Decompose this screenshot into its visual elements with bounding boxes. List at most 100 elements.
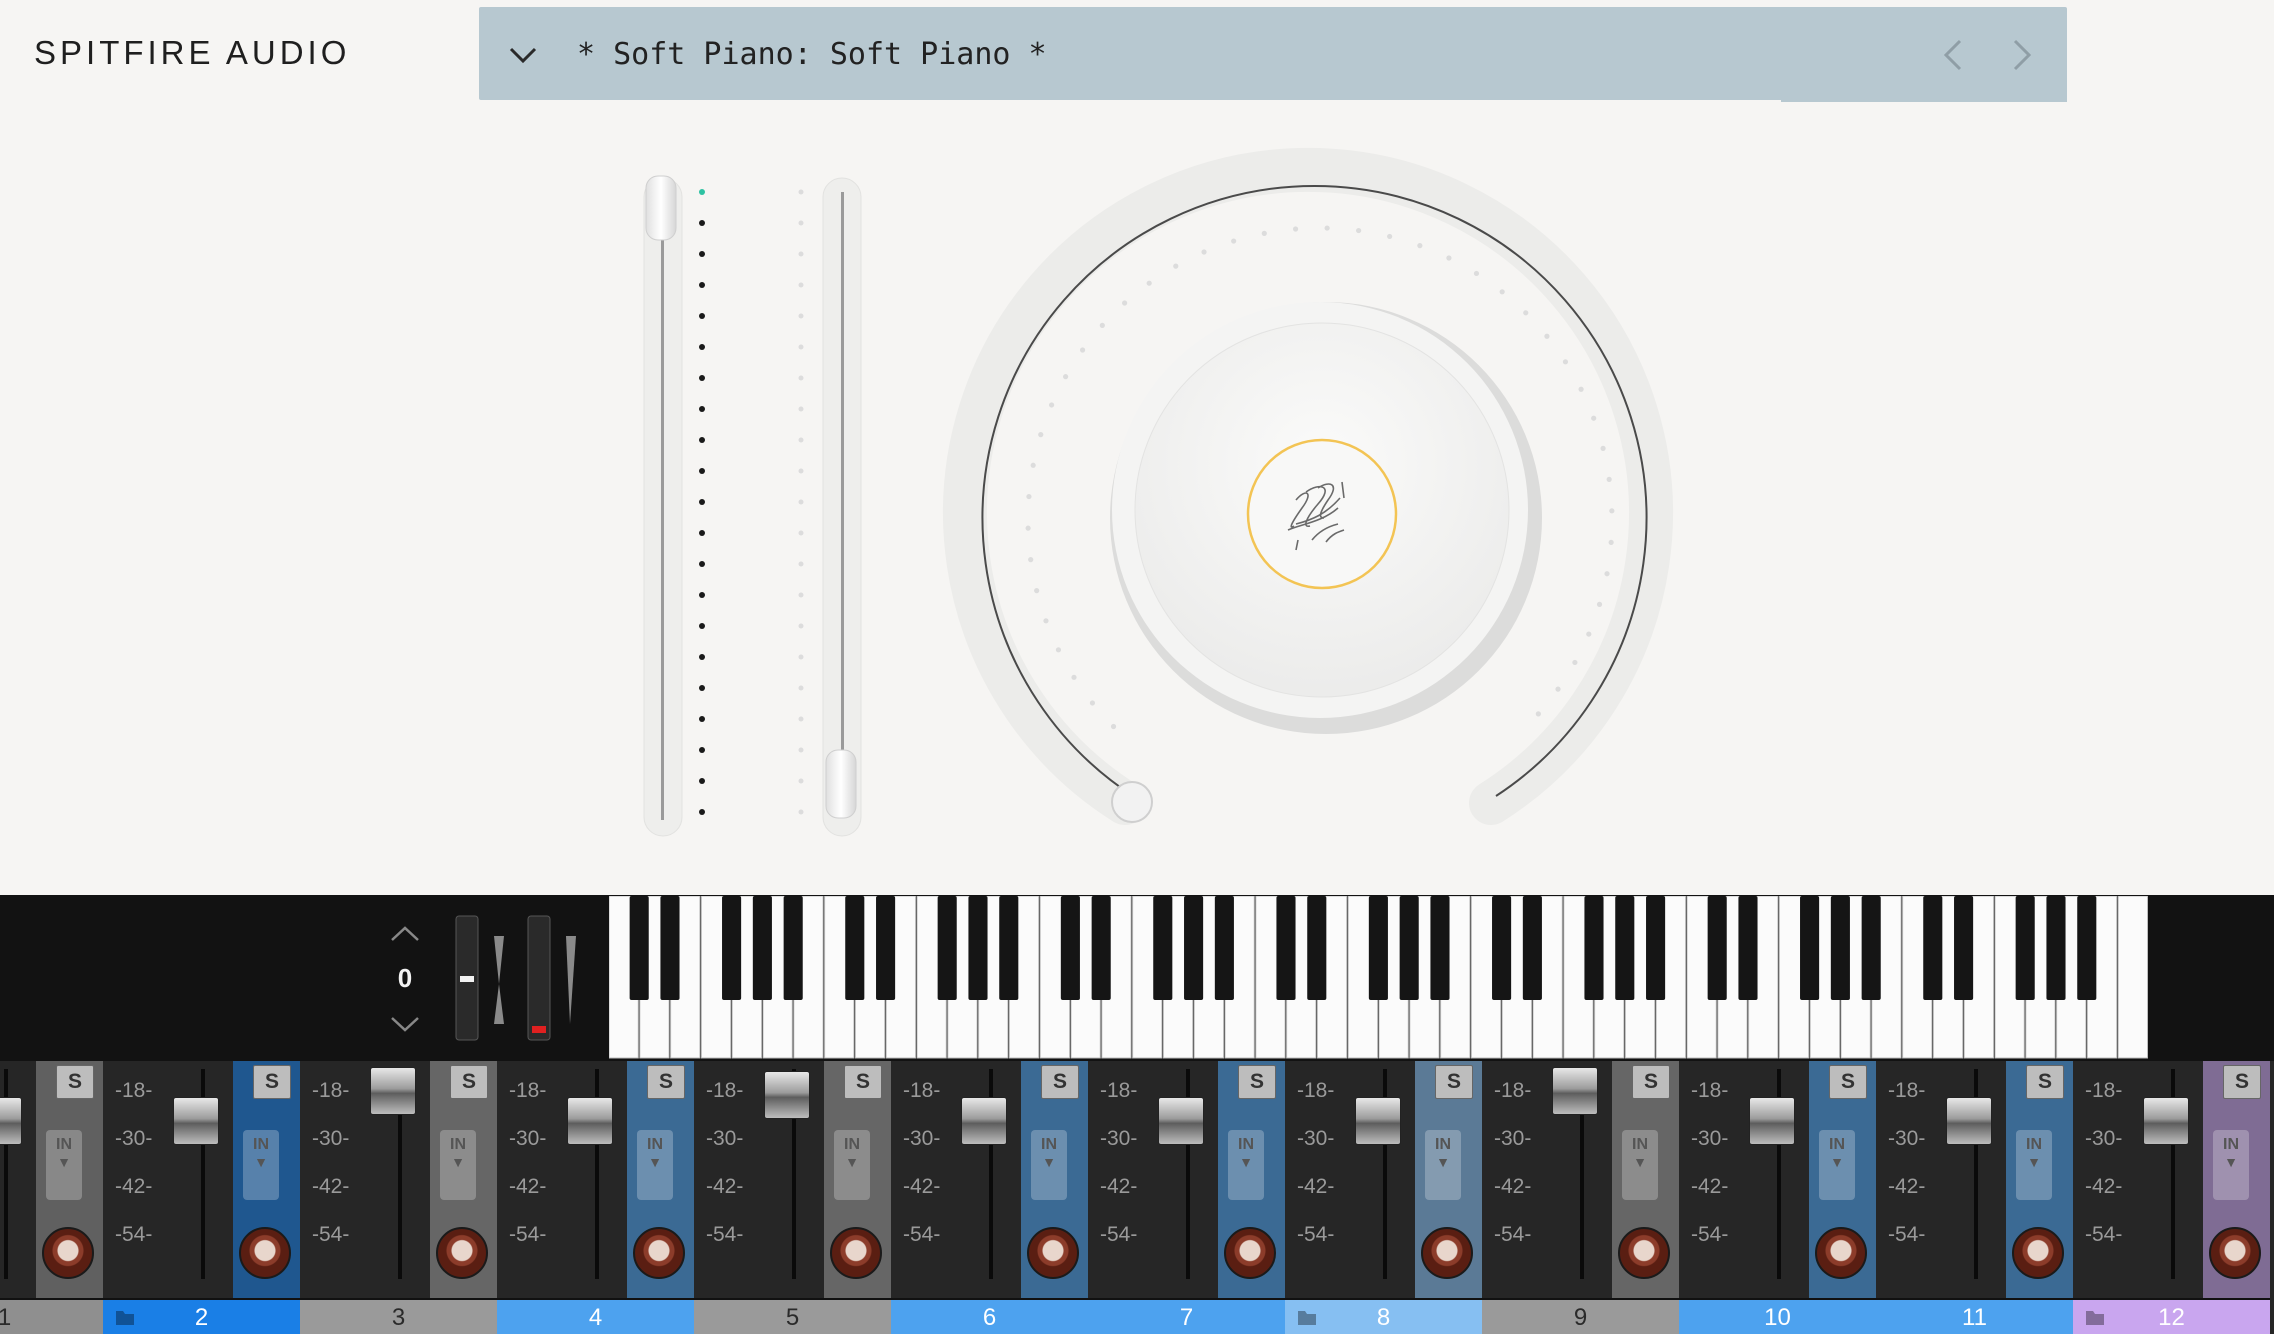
black-key[interactable] [783, 896, 803, 1000]
record-arm-button[interactable] [239, 1227, 291, 1279]
channel-label[interactable]: 5 [694, 1298, 891, 1334]
input-monitor-button[interactable]: IN ▼ [243, 1130, 279, 1200]
mod-wheel[interactable] [527, 915, 551, 1041]
dynamics-slider[interactable] [822, 177, 862, 837]
black-key[interactable] [752, 896, 772, 1000]
black-key[interactable] [1861, 896, 1881, 1000]
channel-fader[interactable] [173, 1096, 219, 1145]
channel-label[interactable]: 1 [0, 1298, 103, 1334]
black-key[interactable] [1060, 896, 1080, 1000]
input-monitor-button[interactable]: IN ▼ [46, 1130, 82, 1200]
transpose-up-icon[interactable] [388, 922, 422, 946]
black-key[interactable] [1522, 896, 1542, 1000]
solo-button[interactable]: S [1041, 1065, 1079, 1099]
black-key[interactable] [1399, 896, 1419, 1000]
channel-fader[interactable] [961, 1096, 1007, 1145]
record-arm-button[interactable] [1815, 1227, 1867, 1279]
black-key[interactable] [1430, 896, 1450, 1000]
transpose-down-icon[interactable] [388, 1012, 422, 1036]
input-monitor-button[interactable]: IN ▼ [1622, 1130, 1658, 1200]
solo-button[interactable]: S [2026, 1065, 2064, 1099]
black-key[interactable] [1307, 896, 1327, 1000]
black-key[interactable] [1368, 896, 1388, 1000]
black-key[interactable] [968, 896, 988, 1000]
black-key[interactable] [1214, 896, 1234, 1000]
black-key[interactable] [660, 896, 680, 1000]
channel-fader[interactable] [2143, 1096, 2189, 1145]
previous-preset-icon[interactable] [1934, 33, 1974, 77]
solo-button[interactable]: S [1632, 1065, 1670, 1099]
black-key[interactable] [1646, 896, 1666, 1000]
solo-button[interactable]: S [253, 1065, 291, 1099]
channel-fader[interactable] [1946, 1096, 1992, 1145]
channel-label[interactable]: 10 [1679, 1298, 1876, 1334]
input-monitor-button[interactable]: IN ▼ [1425, 1130, 1461, 1200]
black-key[interactable] [1091, 896, 1111, 1000]
record-arm-button[interactable] [436, 1227, 488, 1279]
solo-button[interactable]: S [1238, 1065, 1276, 1099]
solo-button[interactable]: S [450, 1065, 488, 1099]
preset-selector[interactable]: * Soft Piano: Soft Piano * [479, 7, 2067, 102]
black-key[interactable] [1800, 896, 1820, 1000]
channel-fader[interactable] [567, 1096, 613, 1145]
dial-handle[interactable] [1111, 781, 1153, 823]
record-arm-button[interactable] [1618, 1227, 1670, 1279]
chevron-down-icon[interactable] [503, 35, 543, 75]
black-key[interactable] [1738, 896, 1758, 1000]
solo-button[interactable]: S [844, 1065, 882, 1099]
black-key[interactable] [937, 896, 957, 1000]
solo-button[interactable]: S [56, 1065, 94, 1099]
reverb-dial[interactable] [943, 147, 1673, 825]
record-arm-button[interactable] [42, 1227, 94, 1279]
record-arm-button[interactable] [2209, 1227, 2261, 1279]
black-key[interactable] [1830, 896, 1850, 1000]
channel-label[interactable]: 6 [891, 1298, 1088, 1334]
black-key[interactable] [999, 896, 1019, 1000]
black-key[interactable] [845, 896, 865, 1000]
record-arm-button[interactable] [1027, 1227, 1079, 1279]
piano-keyboard[interactable] [609, 896, 2149, 1060]
channel-fader[interactable] [764, 1071, 810, 1119]
record-arm-button[interactable] [830, 1227, 882, 1279]
record-arm-button[interactable] [2012, 1227, 2064, 1279]
record-arm-button[interactable] [633, 1227, 685, 1279]
solo-button[interactable]: S [1829, 1065, 1867, 1099]
black-key[interactable] [2046, 896, 2066, 1000]
channel-fader[interactable] [1552, 1067, 1598, 1115]
record-arm-button[interactable] [1224, 1227, 1276, 1279]
channel-label[interactable]: 3 [300, 1298, 497, 1334]
input-monitor-button[interactable]: IN ▼ [834, 1130, 870, 1200]
channel-label[interactable]: 4 [497, 1298, 694, 1334]
black-key[interactable] [1492, 896, 1512, 1000]
channel-label[interactable]: 9 [1482, 1298, 1679, 1334]
black-key[interactable] [2015, 896, 2035, 1000]
black-key[interactable] [629, 896, 649, 1000]
input-monitor-button[interactable]: IN ▼ [2016, 1130, 2052, 1200]
black-key[interactable] [1276, 896, 1296, 1000]
pitch-wheel[interactable] [460, 976, 474, 982]
expression-slider[interactable] [643, 175, 683, 837]
black-key[interactable] [876, 896, 896, 1000]
next-preset-icon[interactable] [2001, 33, 2041, 77]
black-key[interactable] [2077, 896, 2097, 1000]
record-arm-button[interactable] [1421, 1227, 1473, 1279]
black-key[interactable] [1184, 896, 1204, 1000]
input-monitor-button[interactable]: IN ▼ [637, 1130, 673, 1200]
input-monitor-button[interactable]: IN ▼ [2213, 1130, 2249, 1200]
black-key[interactable] [1923, 896, 1943, 1000]
input-monitor-button[interactable]: IN ▼ [1031, 1130, 1067, 1200]
dynamics-slider-handle[interactable] [825, 749, 857, 819]
solo-button[interactable]: S [647, 1065, 685, 1099]
channel-label[interactable]: 11 [1876, 1298, 2073, 1334]
black-key[interactable] [1153, 896, 1173, 1000]
channel-fader[interactable] [0, 1096, 22, 1145]
solo-button[interactable]: S [1435, 1065, 1473, 1099]
channel-fader[interactable] [370, 1067, 416, 1115]
input-monitor-button[interactable]: IN ▼ [1819, 1130, 1855, 1200]
expression-slider-handle[interactable] [645, 175, 677, 241]
channel-fader[interactable] [1355, 1096, 1401, 1145]
channel-fader[interactable] [1749, 1096, 1795, 1145]
black-key[interactable] [1954, 896, 1974, 1000]
white-key[interactable] [2117, 896, 2148, 1059]
black-key[interactable] [722, 896, 742, 1000]
